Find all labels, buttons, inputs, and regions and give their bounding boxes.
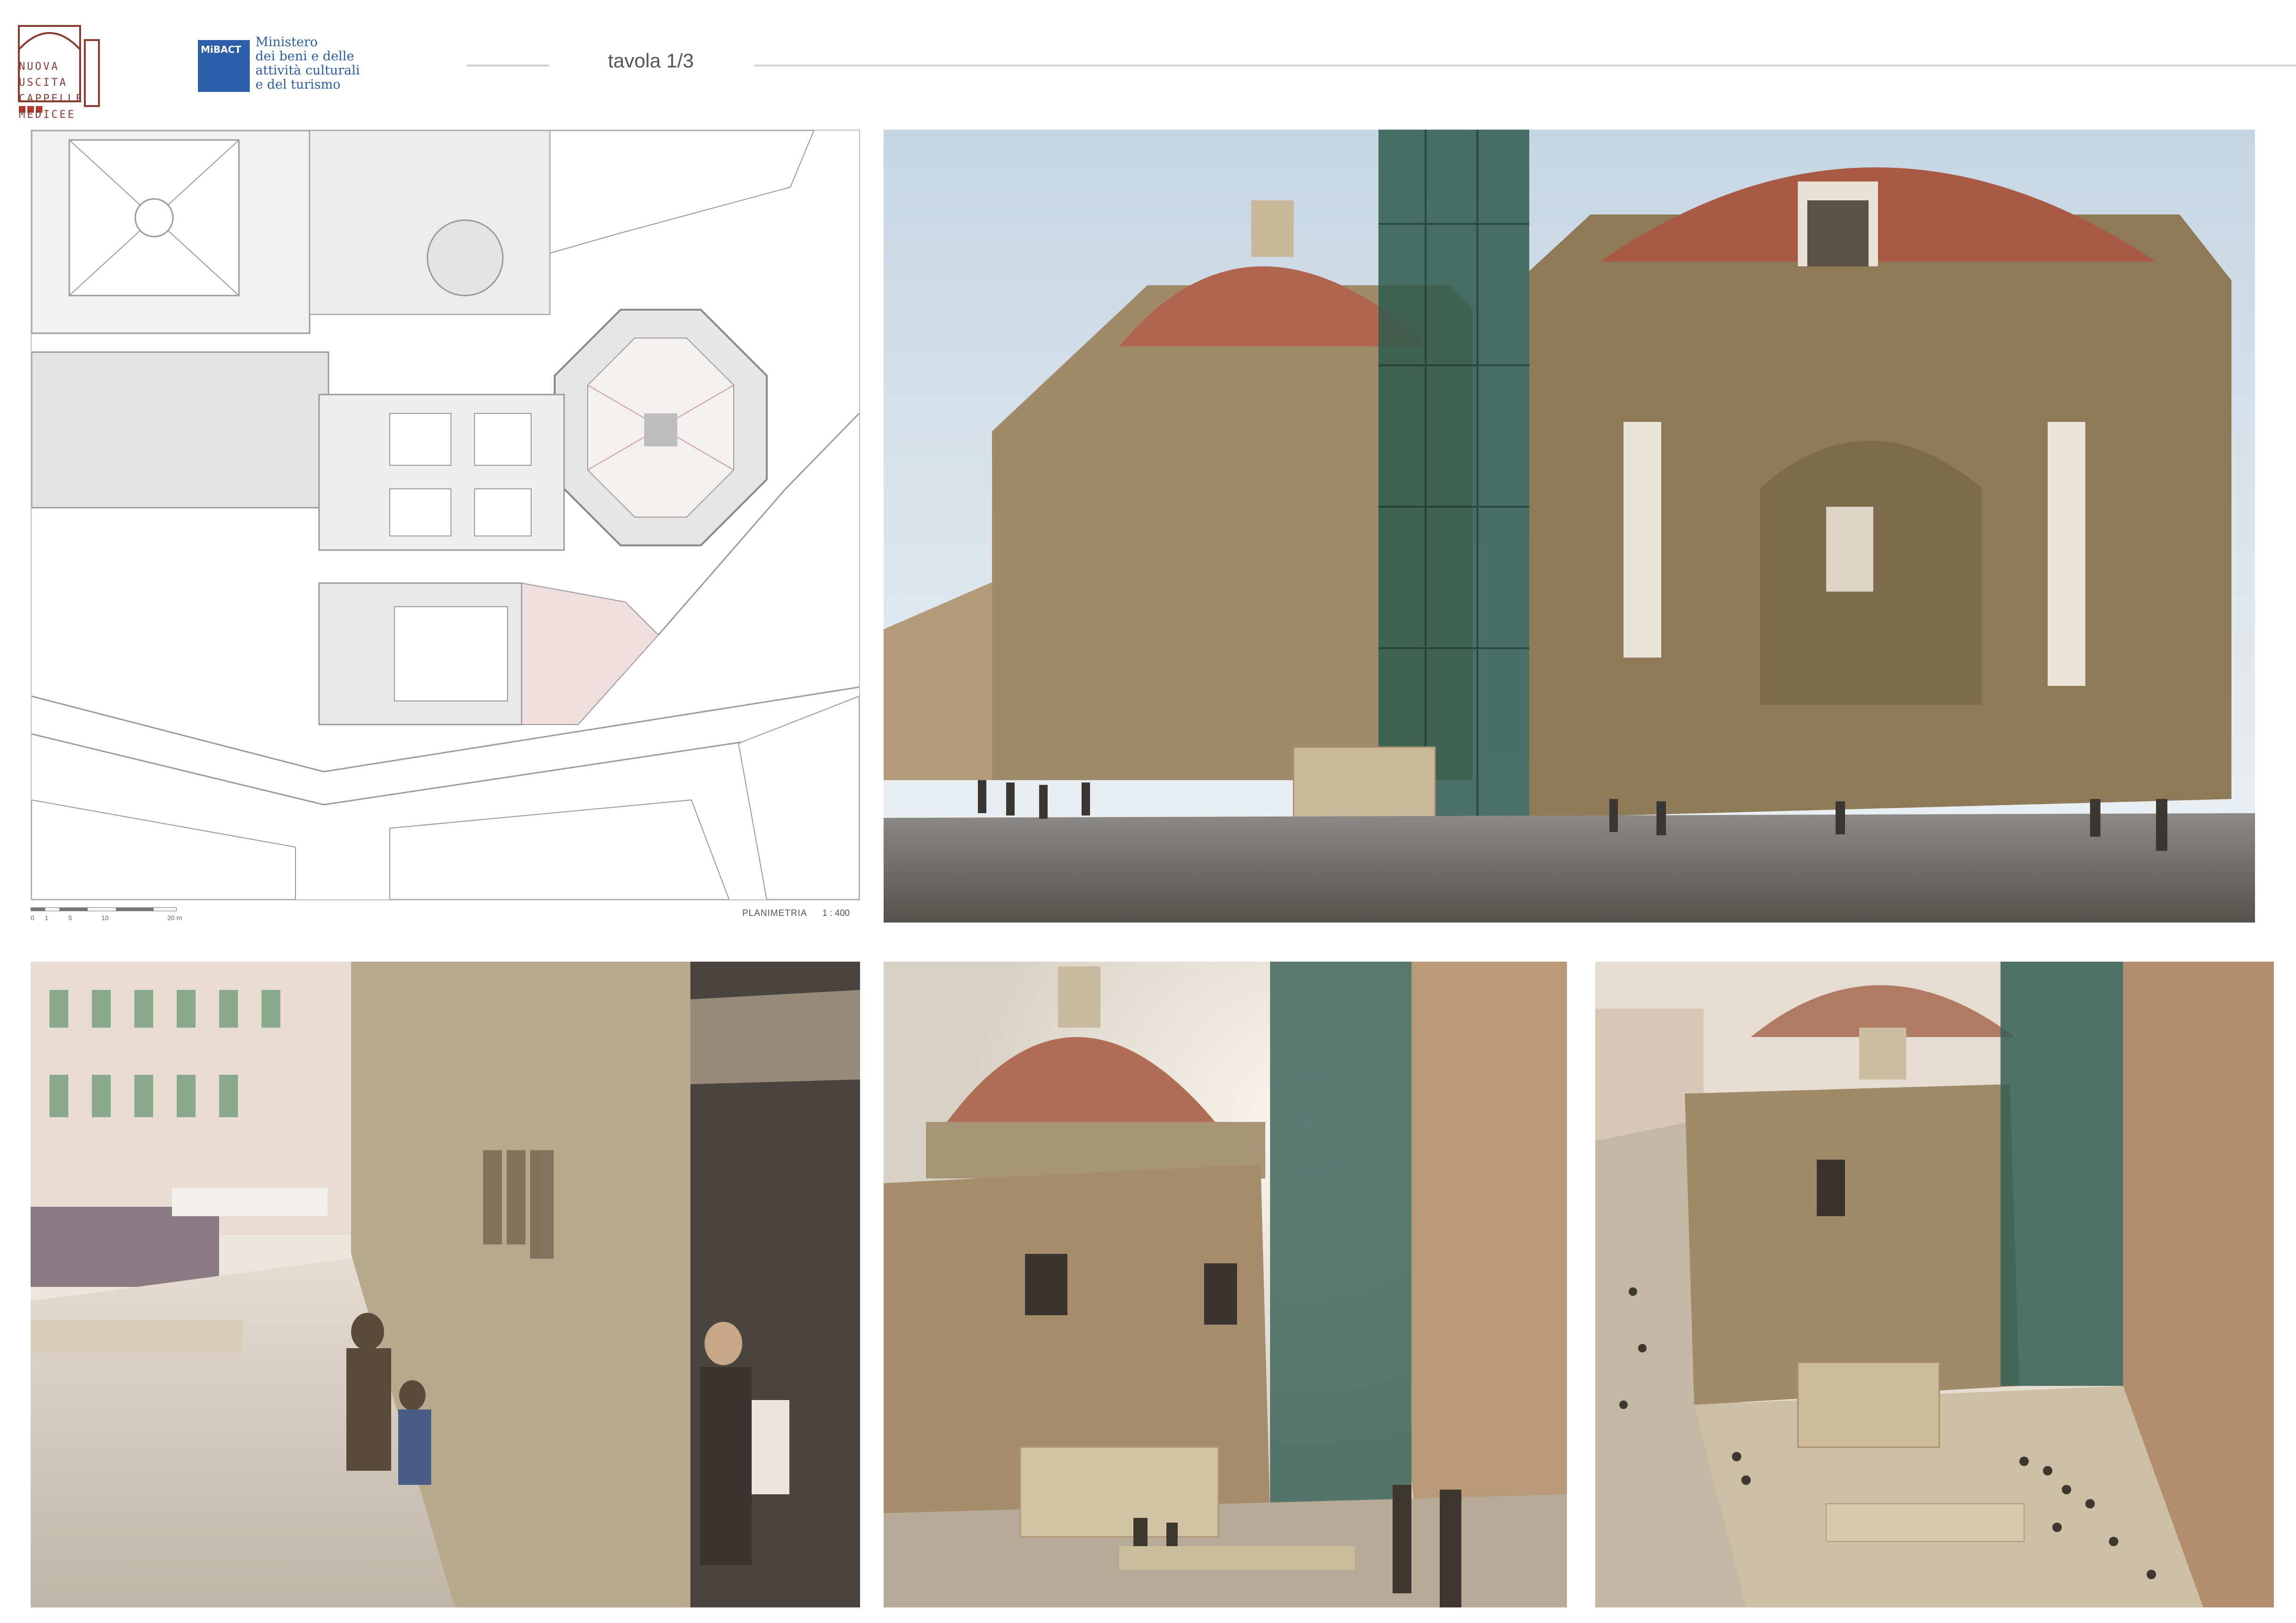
ministry-logo-text: Ministero dei beni e delle attività cult… xyxy=(255,35,360,92)
site-plan-svg xyxy=(32,131,859,899)
scale-tick: 20 m xyxy=(167,914,182,922)
passage-render-image xyxy=(31,962,860,1607)
scale-tick: 0 xyxy=(31,914,34,922)
scale-tick: 10 xyxy=(101,914,109,922)
plan-scale: 1 : 400 xyxy=(822,908,850,918)
scale-tick: 5 xyxy=(68,914,72,922)
exterior-render-image xyxy=(884,130,2255,923)
courtyard-bench xyxy=(1826,1503,2025,1542)
courtyard-render-image xyxy=(884,962,1567,1607)
new-entrance-block xyxy=(1293,746,1436,828)
render-exterior-view xyxy=(884,130,2255,923)
aerial-render-image xyxy=(1595,962,2274,1607)
header-divider-left xyxy=(467,65,549,66)
project-logo-text: NUOVA USCITA CAPPELLE MEDICEE xyxy=(19,61,84,121)
site-plan-caption: 0 1 5 10 20 m PLANIMETRIA 1 : 400 xyxy=(31,903,860,922)
chapel-plan xyxy=(554,309,768,546)
entrance-block xyxy=(1019,1446,1219,1538)
site-plan-drawing xyxy=(31,130,860,900)
project-logo: NUOVA USCITA CAPPELLE MEDICEE xyxy=(14,21,104,121)
scale-tick: 1 xyxy=(45,914,49,922)
sheet-title: tavola 1/3 xyxy=(608,49,694,72)
courtyard-entrance-block xyxy=(1797,1361,1940,1448)
ministry-logo: MiBACT Ministero dei beni e delle attivi… xyxy=(198,35,368,101)
plan-title: PLANIMETRIA xyxy=(742,908,807,918)
render-passage-view xyxy=(31,962,860,1607)
render-courtyard-view xyxy=(884,962,1567,1607)
scale-bar xyxy=(31,907,177,911)
ministry-logo-mark: MiBACT xyxy=(198,40,250,92)
header-divider-right xyxy=(754,65,2296,66)
render-aerial-view xyxy=(1595,962,2274,1607)
